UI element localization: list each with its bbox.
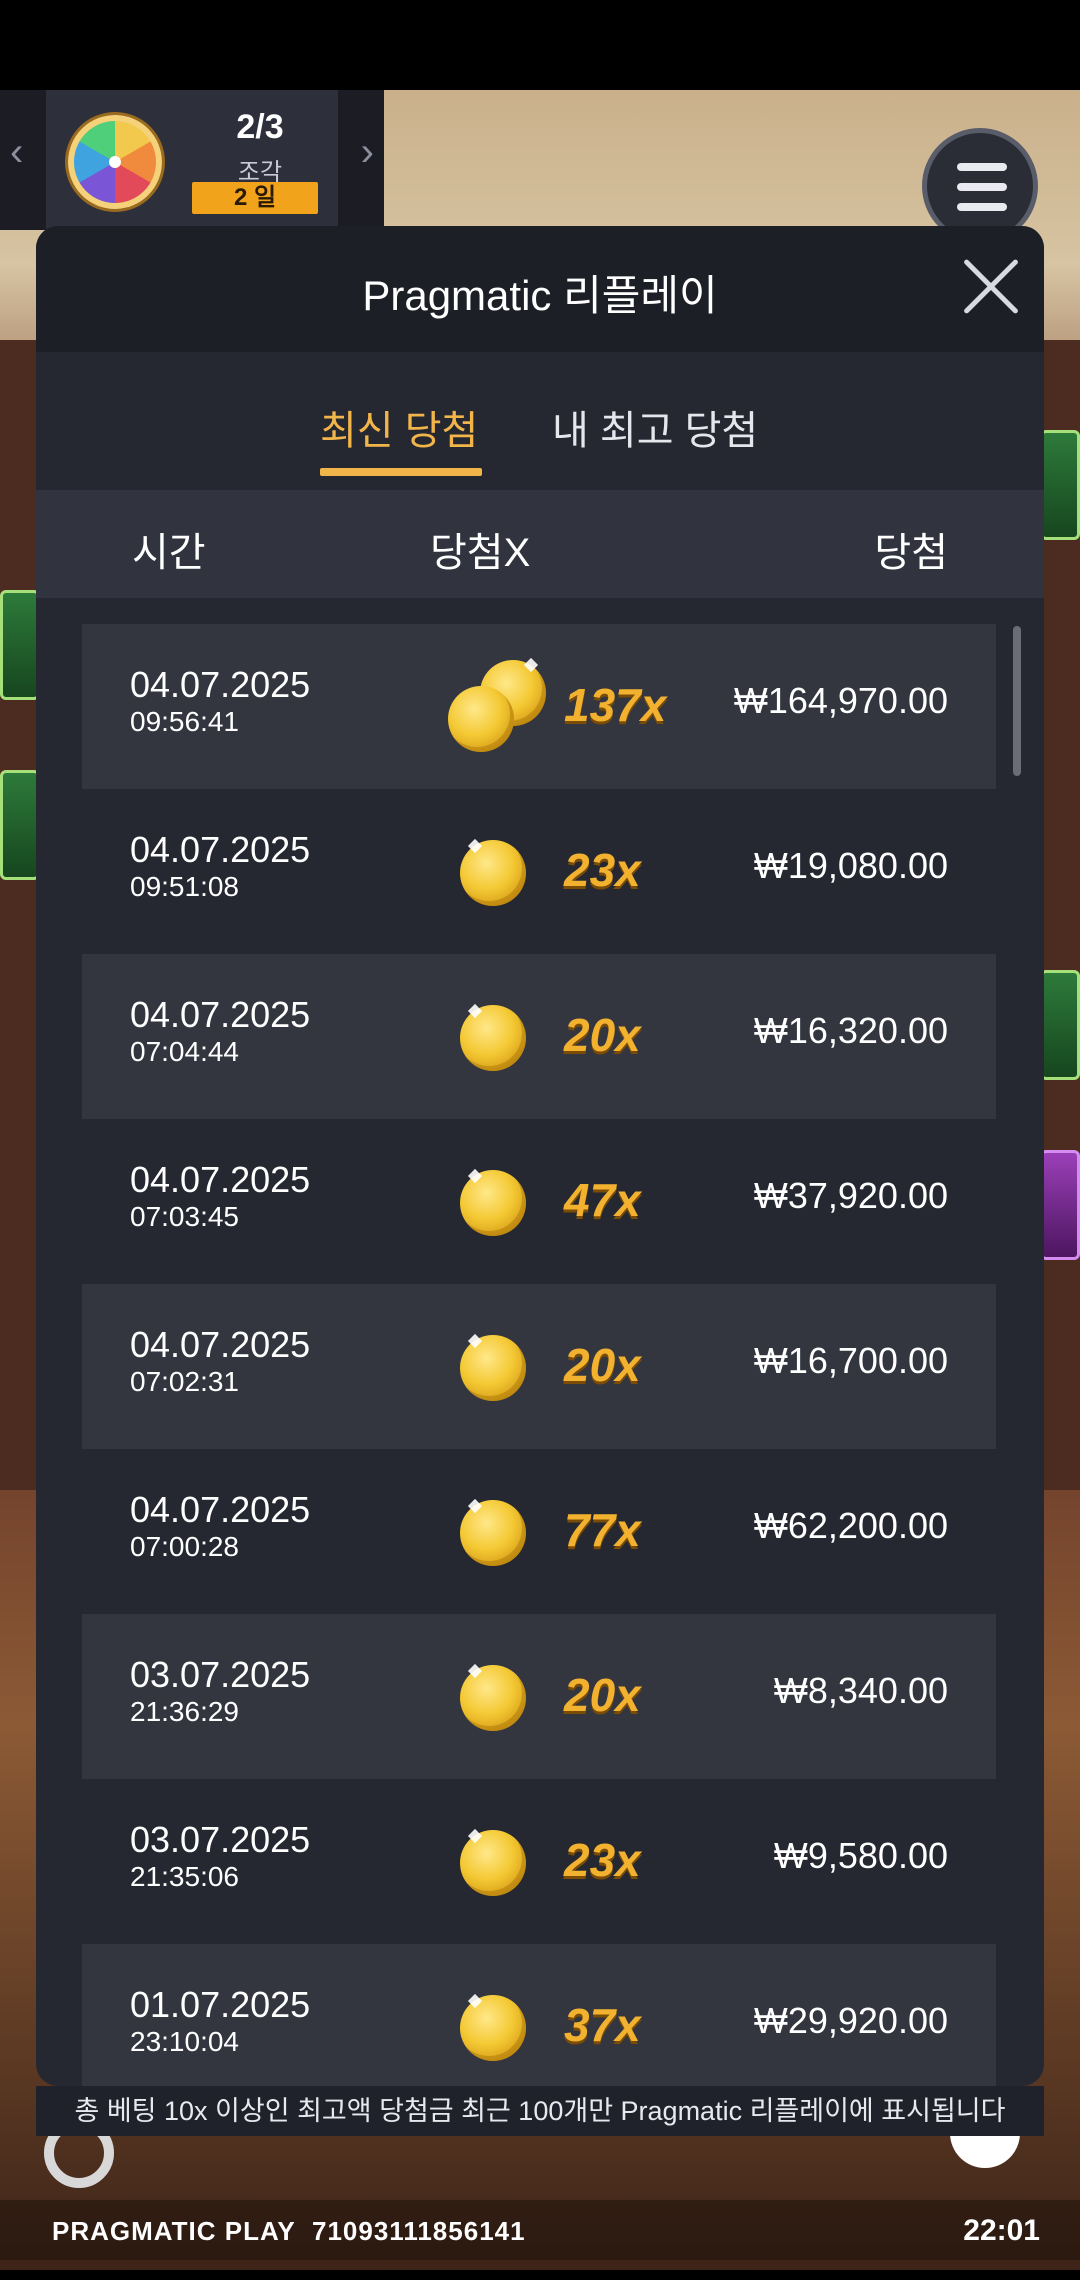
table-row[interactable]: 01.07.2025 23:10:04 37x ₩29,920.00 (82, 1944, 996, 2086)
row-multiplier: 20x (564, 1339, 641, 1391)
close-icon[interactable] (960, 256, 1022, 318)
menu-line (957, 163, 1007, 171)
row-amount: ₩8,340.00 (773, 1670, 948, 1711)
row-amount: ₩16,700.00 (753, 1340, 948, 1381)
row-date: 01.07.2025 (130, 1984, 311, 2025)
row-time: 07:03:45 (130, 1201, 239, 1232)
column-header-win: 당첨 (874, 531, 948, 575)
menu-line (957, 183, 1007, 191)
provider-bar: PRAGMATIC PLAY 71093111856141 22:01 (0, 2200, 1080, 2260)
symbol-gem (1040, 430, 1080, 540)
tab-bar: 최신 당첨 내 최고 당첨 (36, 352, 1044, 480)
row-amount: ₩29,920.00 (753, 2000, 948, 2041)
table-header: 시간 당첨X 당첨 (36, 490, 1044, 598)
row-amount: ₩19,080.00 (753, 845, 948, 886)
row-time: 21:35:06 (130, 1861, 239, 1892)
row-date: 03.07.2025 (130, 1654, 311, 1695)
coin-icon (460, 1005, 526, 1071)
menu-line (957, 203, 1007, 211)
replay-footer-note: 총 베팅 10x 이상인 최고액 당첨금 최근 100개만 Pragmatic … (36, 2086, 1044, 2136)
row-date: 04.07.2025 (130, 829, 311, 870)
symbol-gem (1040, 1150, 1080, 1260)
row-multiplier: 23x (564, 1834, 641, 1886)
modal-title: Pragmatic 리플레이 (362, 272, 718, 319)
coin-icon (460, 1170, 526, 1236)
chevron-right-icon[interactable]: › (361, 130, 374, 175)
row-amount: ₩16,320.00 (753, 1010, 948, 1051)
tab-my-best-wins[interactable]: 내 최고 당첨 (552, 398, 758, 456)
row-date: 04.07.2025 (130, 1324, 311, 1365)
table-row[interactable]: 04.07.2025 09:56:41 137x ₩164,970.00 (82, 624, 996, 789)
row-date: 04.07.2025 (130, 994, 311, 1035)
row-time: 21:36:29 (130, 1696, 239, 1727)
modal-header: Pragmatic 리플레이 (36, 226, 1044, 352)
days-remaining-badge: 2 일 (192, 182, 318, 214)
row-date: 04.07.2025 (130, 664, 311, 705)
chevron-left-icon[interactable]: ‹ (10, 130, 23, 175)
row-amount: ₩9,580.00 (773, 1835, 948, 1876)
wheel-hub (109, 156, 121, 168)
wins-list[interactable]: 04.07.2025 09:56:41 137x ₩164,970.00 04.… (82, 624, 996, 2086)
table-row[interactable]: 04.07.2025 09:51:08 23x ₩19,080.00 (82, 789, 996, 954)
tab-latest-wins[interactable]: 최신 당첨 (320, 398, 478, 456)
row-multiplier: 20x (564, 1669, 641, 1721)
round-id: 71093111856141 (312, 2216, 526, 2246)
prize-drop-panel[interactable]: 2/3 조각 2 일 (46, 90, 338, 230)
symbol-gem (1040, 970, 1080, 1080)
column-header-multiplier: 당첨X (430, 531, 531, 575)
reel-edge-left (0, 340, 40, 1490)
row-amount: ₩37,920.00 (753, 1175, 948, 1216)
table-row[interactable]: 04.07.2025 07:04:44 20x ₩16,320.00 (82, 954, 996, 1119)
coin-icon (460, 840, 526, 906)
row-time: 23:10:04 (130, 2026, 239, 2057)
symbol-gem (0, 770, 40, 880)
row-date: 04.07.2025 (130, 1489, 311, 1530)
coin-icon (460, 1500, 526, 1566)
coin-icon (460, 1665, 526, 1731)
table-row[interactable]: 04.07.2025 07:03:45 47x ₩37,920.00 (82, 1119, 996, 1284)
row-time: 09:56:41 (130, 706, 239, 737)
row-multiplier: 20x (564, 1009, 641, 1061)
row-multiplier: 77x (564, 1504, 641, 1556)
column-header-time: 시간 (132, 531, 206, 575)
coin-icon (460, 1335, 526, 1401)
row-time: 07:00:28 (130, 1531, 239, 1562)
coin-icon (460, 1995, 526, 2061)
row-amount: ₩164,970.00 (733, 680, 948, 721)
active-tab-indicator (320, 468, 482, 476)
status-bar (0, 0, 1080, 90)
row-multiplier: 37x (564, 1999, 641, 2051)
row-date: 04.07.2025 (130, 1159, 311, 1200)
provider-logo: PRAGMATIC PLAY (52, 2216, 296, 2246)
pieces-count: 2/3 (236, 108, 284, 146)
row-multiplier: 23x (564, 844, 641, 896)
row-multiplier: 47x (564, 1174, 641, 1226)
event-widget[interactable]: ‹ 2/3 조각 2 일 › (0, 90, 384, 230)
coin-icon (448, 686, 514, 752)
table-row[interactable]: 04.07.2025 07:00:28 77x ₩62,200.00 (82, 1449, 996, 1614)
row-time: 09:51:08 (130, 871, 239, 902)
symbol-gem (0, 590, 40, 700)
table-row[interactable]: 03.07.2025 21:36:29 20x ₩8,340.00 (82, 1614, 996, 1779)
row-time: 07:02:31 (130, 1366, 239, 1397)
table-row[interactable]: 04.07.2025 07:02:31 20x ₩16,700.00 (82, 1284, 996, 1449)
row-time: 07:04:44 (130, 1036, 239, 1067)
clock: 22:01 (963, 2214, 1040, 2247)
row-amount: ₩62,200.00 (753, 1505, 948, 1546)
coin-icon (460, 1830, 526, 1896)
table-row[interactable]: 03.07.2025 21:35:06 23x ₩9,580.00 (82, 1779, 996, 1944)
screen: ‹ 2/3 조각 2 일 › Pragmatic 리플레이 최신 당첨 내 최고… (0, 0, 1080, 2280)
row-multiplier: 137x (564, 679, 667, 731)
row-date: 03.07.2025 (130, 1819, 311, 1860)
scrollbar-thumb[interactable] (1013, 626, 1021, 776)
